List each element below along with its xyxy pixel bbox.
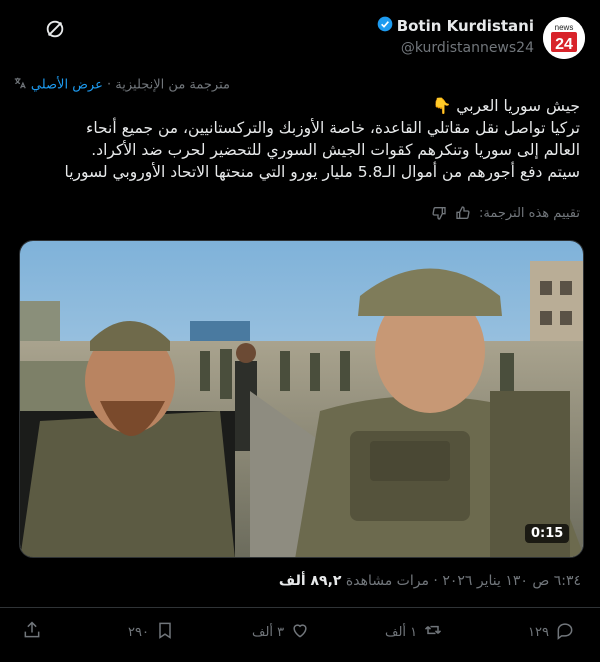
author-name-row[interactable]: Botin Kurdistani: [377, 16, 534, 36]
author-name[interactable]: Botin Kurdistani: [397, 17, 534, 35]
post-line-4: سيتم دفع أجورهم من أموال الـ5.8 مليار يو…: [64, 163, 580, 181]
like-button[interactable]: ٣ ألف: [252, 620, 310, 644]
action-bar: ١٢٩ ١ ألف ٣ ألف ٢٩٠: [0, 620, 600, 650]
video-player[interactable]: [19, 240, 584, 558]
repost-icon: [423, 620, 443, 644]
author-handle[interactable]: @kurdistannews24: [377, 40, 534, 56]
view-count: ٨٩,٢ ألف: [278, 573, 342, 589]
author-info[interactable]: Botin Kurdistani @kurdistannews24: [377, 16, 534, 56]
divider: [0, 607, 600, 608]
grok-icon[interactable]: [40, 14, 70, 44]
verified-badge-icon: [377, 16, 393, 36]
video-duration: 0:15: [525, 524, 570, 543]
rate-label: تقييم هذه الترجمة:: [478, 205, 580, 221]
thumbs-up-icon[interactable]: [455, 205, 471, 221]
post-line-3: العالم إلى سوريا وتنكرهم كقوات الجيش الس…: [91, 141, 580, 159]
bookmark-count: ٢٩٠: [128, 624, 149, 640]
post-timestamp[interactable]: ٦:٣٤ ص ١٣٠ يناير ٢٠٢٦ · مرات مشاهدة: [346, 573, 581, 589]
thumbs-down-icon[interactable]: [431, 205, 447, 221]
post-text: جيش سوريا العربي 👇 تركيا تواصل نقل مقاتل…: [20, 95, 580, 183]
heart-icon: [290, 620, 310, 644]
like-count: ٣ ألف: [252, 624, 285, 640]
rate-translation: تقييم هذه الترجمة:: [431, 205, 580, 221]
avatar-news-text: news: [555, 23, 574, 32]
post-line-1: جيش سوريا العربي 👇: [432, 97, 580, 115]
avatar[interactable]: news 24: [543, 17, 585, 59]
translation-note: مترجمة من الإنجليزية · عرض الأصلي: [0, 76, 600, 94]
bookmark-button[interactable]: ٢٩٠: [128, 620, 175, 644]
translated-from-label: مترجمة من الإنجليزية: [115, 77, 230, 93]
share-icon: [22, 620, 42, 644]
reply-icon: [555, 620, 575, 644]
reply-count: ١٢٩: [528, 624, 549, 640]
post-header: Botin Kurdistani @kurdistannews24 news 2…: [0, 0, 600, 62]
translate-icon: [13, 76, 27, 94]
avatar-number: 24: [555, 36, 573, 53]
post-meta: ٦:٣٤ ص ١٣٠ يناير ٢٠٢٦ · مرات مشاهدة ٨٩,٢…: [279, 573, 581, 589]
repost-button[interactable]: ١ ألف: [385, 620, 443, 644]
share-button[interactable]: [22, 620, 42, 644]
bookmark-icon: [155, 620, 175, 644]
post-line-2: تركيا تواصل نقل مقاتلي القاعدة، خاصة الأ…: [86, 119, 580, 137]
show-original-link[interactable]: عرض الأصلي: [31, 78, 103, 93]
repost-count: ١ ألف: [385, 624, 418, 640]
reply-button[interactable]: ١٢٩: [528, 620, 575, 644]
